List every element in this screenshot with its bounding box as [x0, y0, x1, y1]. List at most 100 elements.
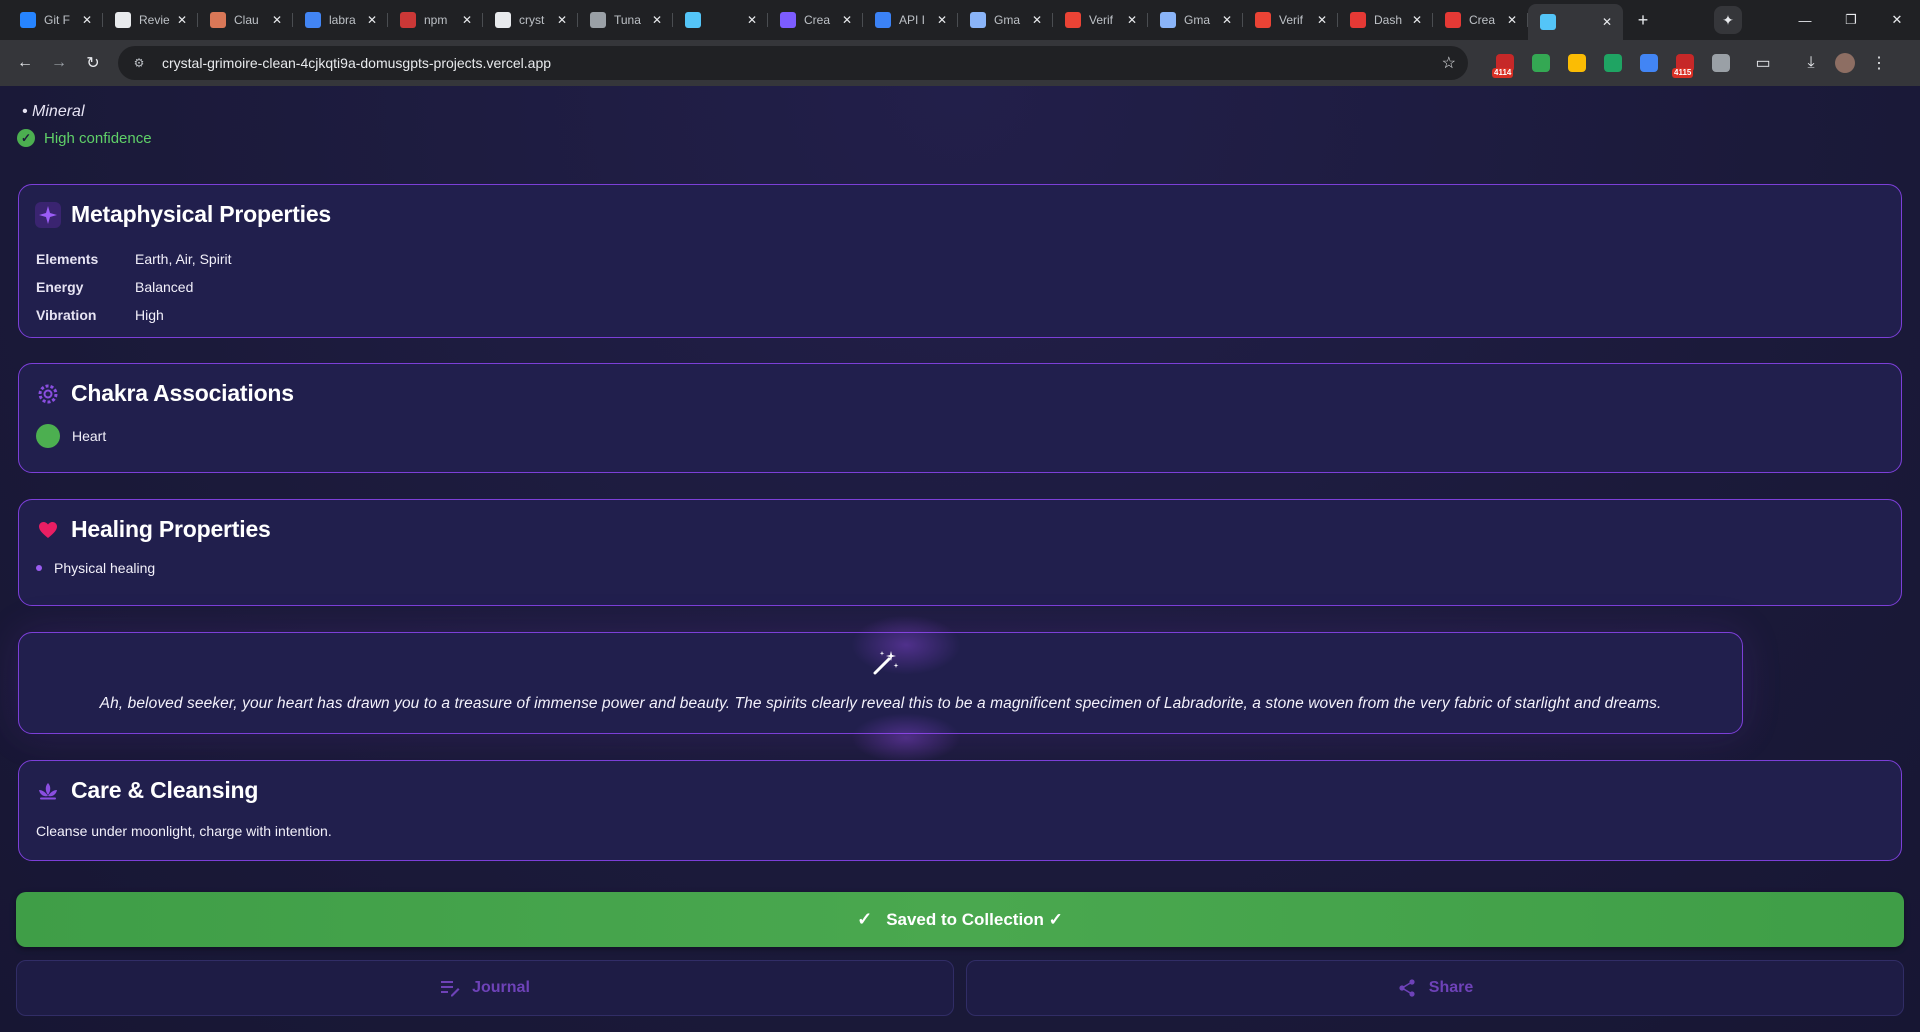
browser-tab[interactable]: npm ✕	[388, 4, 483, 36]
puzzle-extension-icon[interactable]	[1704, 46, 1738, 80]
tab-title: npm	[424, 13, 448, 27]
adblock-extension-icon[interactable]: 4114	[1488, 46, 1522, 80]
journal-button[interactable]: Journal	[16, 960, 954, 1016]
browser-tab[interactable]: ✕	[673, 4, 768, 36]
browser-tab[interactable]: Crea ✕	[768, 4, 863, 36]
browser-toolbar: ← → ↻ ⚙ crystal-grimoire-clean-4cjkqti9a…	[0, 40, 1920, 86]
avatar[interactable]	[1828, 46, 1862, 80]
close-tab-icon[interactable]: ✕	[839, 13, 855, 27]
list-item: Physical healing	[36, 560, 155, 576]
card-title: Metaphysical Properties	[71, 201, 332, 227]
close-tab-icon[interactable]: ✕	[744, 13, 760, 27]
share-button[interactable]: Share	[966, 960, 1904, 1016]
drive-extension-icon[interactable]	[1596, 46, 1630, 80]
close-tab-icon[interactable]: ✕	[1029, 13, 1045, 27]
browser-tab[interactable]: Git F ✕	[8, 4, 103, 36]
gemini-icon[interactable]: ✦	[1714, 6, 1742, 34]
site-info-icon[interactable]: ⚙	[130, 54, 148, 72]
magic-wand-icon	[869, 647, 901, 679]
close-tab-icon[interactable]: ✕	[174, 13, 190, 27]
journal-label: Journal	[472, 979, 530, 996]
bookmark-star-icon[interactable]: ☆	[1442, 53, 1456, 73]
search-icon	[970, 12, 986, 28]
chakra-item: Heart	[36, 424, 106, 448]
url-text[interactable]: crystal-grimoire-clean-4cjkqti9a-domusgp…	[162, 55, 1442, 71]
sparkle-icon	[35, 201, 61, 228]
properties-list: Elements Earth, Air, Spirit Energy Balanced…	[36, 245, 231, 329]
tab-title: Git F	[44, 13, 70, 27]
browser-tab[interactable]: Tuna ✕	[578, 4, 673, 36]
saved-to-collection-button[interactable]: ✓ Saved to Collection ✓	[16, 892, 1904, 947]
window-controls: ✦ — ❐ ✕	[1714, 0, 1920, 40]
healing-card: Healing Properties Physical healing	[18, 499, 1902, 606]
close-tab-icon[interactable]: ✕	[649, 13, 665, 27]
browser-tab[interactable]: Clau ✕	[198, 4, 293, 36]
close-tab-icon[interactable]: ✕	[1314, 13, 1330, 27]
openai-icon	[875, 12, 891, 28]
browser-tab[interactable]: Crea ✕	[1433, 4, 1528, 36]
confidence-label: High confidence	[44, 129, 152, 147]
menu-icon[interactable]: ⋮	[1862, 46, 1896, 80]
tab-title: API I	[899, 13, 926, 27]
close-tab-icon[interactable]: ✕	[79, 13, 95, 27]
close-tab-icon[interactable]: ✕	[269, 13, 285, 27]
browser-tab[interactable]: Gma ✕	[958, 4, 1053, 36]
close-tab-icon[interactable]: ✕	[554, 13, 570, 27]
globe-icon	[590, 12, 606, 28]
back-button[interactable]: ←	[8, 46, 42, 80]
address-bar[interactable]: ⚙ crystal-grimoire-clean-4cjkqti9a-domus…	[118, 46, 1468, 80]
obsidian-icon	[780, 12, 796, 28]
checkmark-icon: ✓	[857, 909, 873, 929]
browser-tab[interactable]: labra ✕	[293, 4, 388, 36]
browser-tab[interactable]: Dash ✕	[1338, 4, 1433, 36]
extension-glyph	[1532, 54, 1550, 72]
close-tab-icon[interactable]: ✕	[364, 13, 380, 27]
minimize-button[interactable]: —	[1782, 13, 1828, 28]
tab-title: Verif	[1279, 13, 1304, 27]
chakra-gear-icon	[35, 381, 61, 407]
extension-badge: 4114	[1492, 68, 1514, 78]
confidence-badge: ✓ High confidence	[17, 129, 152, 147]
new-tab-button[interactable]: +	[1629, 10, 1657, 31]
restore-button[interactable]: ❐	[1828, 12, 1874, 28]
search-icon	[1160, 12, 1176, 28]
chrome-extension-icon[interactable]	[1560, 46, 1594, 80]
forward-button[interactable]: →	[42, 46, 76, 80]
browser-tab[interactable]: cryst ✕	[483, 4, 578, 36]
close-tab-icon[interactable]: ✕	[1219, 13, 1235, 27]
metaphysical-card: Metaphysical Properties Elements Earth, A…	[18, 184, 1902, 338]
close-tab-icon[interactable]: ✕	[934, 13, 950, 27]
download-icon[interactable]: ⤓	[1794, 46, 1828, 80]
active-browser-tab[interactable]: ✕	[1528, 4, 1623, 40]
browser-tab[interactable]: API I ✕	[863, 4, 958, 36]
browser-tab[interactable]: Gma ✕	[1148, 4, 1243, 36]
care-instructions: Cleanse under moonlight, charge with int…	[36, 823, 332, 839]
side-panel-icon[interactable]: ▭	[1746, 46, 1780, 80]
property-label: Elements	[36, 251, 99, 267]
property-value: Balanced	[135, 279, 194, 295]
close-tab-icon[interactable]: ✕	[1409, 13, 1425, 27]
close-tab-icon[interactable]: ✕	[1599, 15, 1615, 29]
gmail-icon	[1255, 12, 1271, 28]
extension-glyph	[1568, 54, 1586, 72]
translate-extension-icon[interactable]	[1632, 46, 1666, 80]
reload-button[interactable]: ↻	[76, 46, 110, 80]
close-tab-icon[interactable]: ✕	[1504, 13, 1520, 27]
bitbucket-icon	[20, 12, 36, 28]
close-tab-icon[interactable]: ✕	[459, 13, 475, 27]
dashboard-icon	[1445, 12, 1461, 28]
tab-strip: Git F ✕ Revie ✕ Clau ✕ labra ✕ npm ✕ cryst ✕ Tuna ✕ ✕ C…	[0, 0, 1920, 40]
browser-tab[interactable]: Revie ✕	[103, 4, 198, 36]
shield-extension-icon[interactable]	[1524, 46, 1558, 80]
property-row: Energy Balanced	[36, 273, 231, 301]
care-card: Care & Cleansing Cleanse under moonlight…	[18, 760, 1902, 861]
adblock2-extension-icon[interactable]: 4115	[1668, 46, 1702, 80]
close-window-button[interactable]: ✕	[1874, 12, 1920, 28]
dashboard-icon	[1350, 12, 1366, 28]
browser-tab[interactable]: Verif ✕	[1053, 4, 1148, 36]
browser-tab[interactable]: Verif ✕	[1243, 4, 1338, 36]
close-tab-icon[interactable]: ✕	[1124, 13, 1140, 27]
tab-title: Tuna	[614, 13, 641, 27]
claude-icon	[210, 12, 226, 28]
card-title: Care & Cleansing	[71, 777, 259, 803]
